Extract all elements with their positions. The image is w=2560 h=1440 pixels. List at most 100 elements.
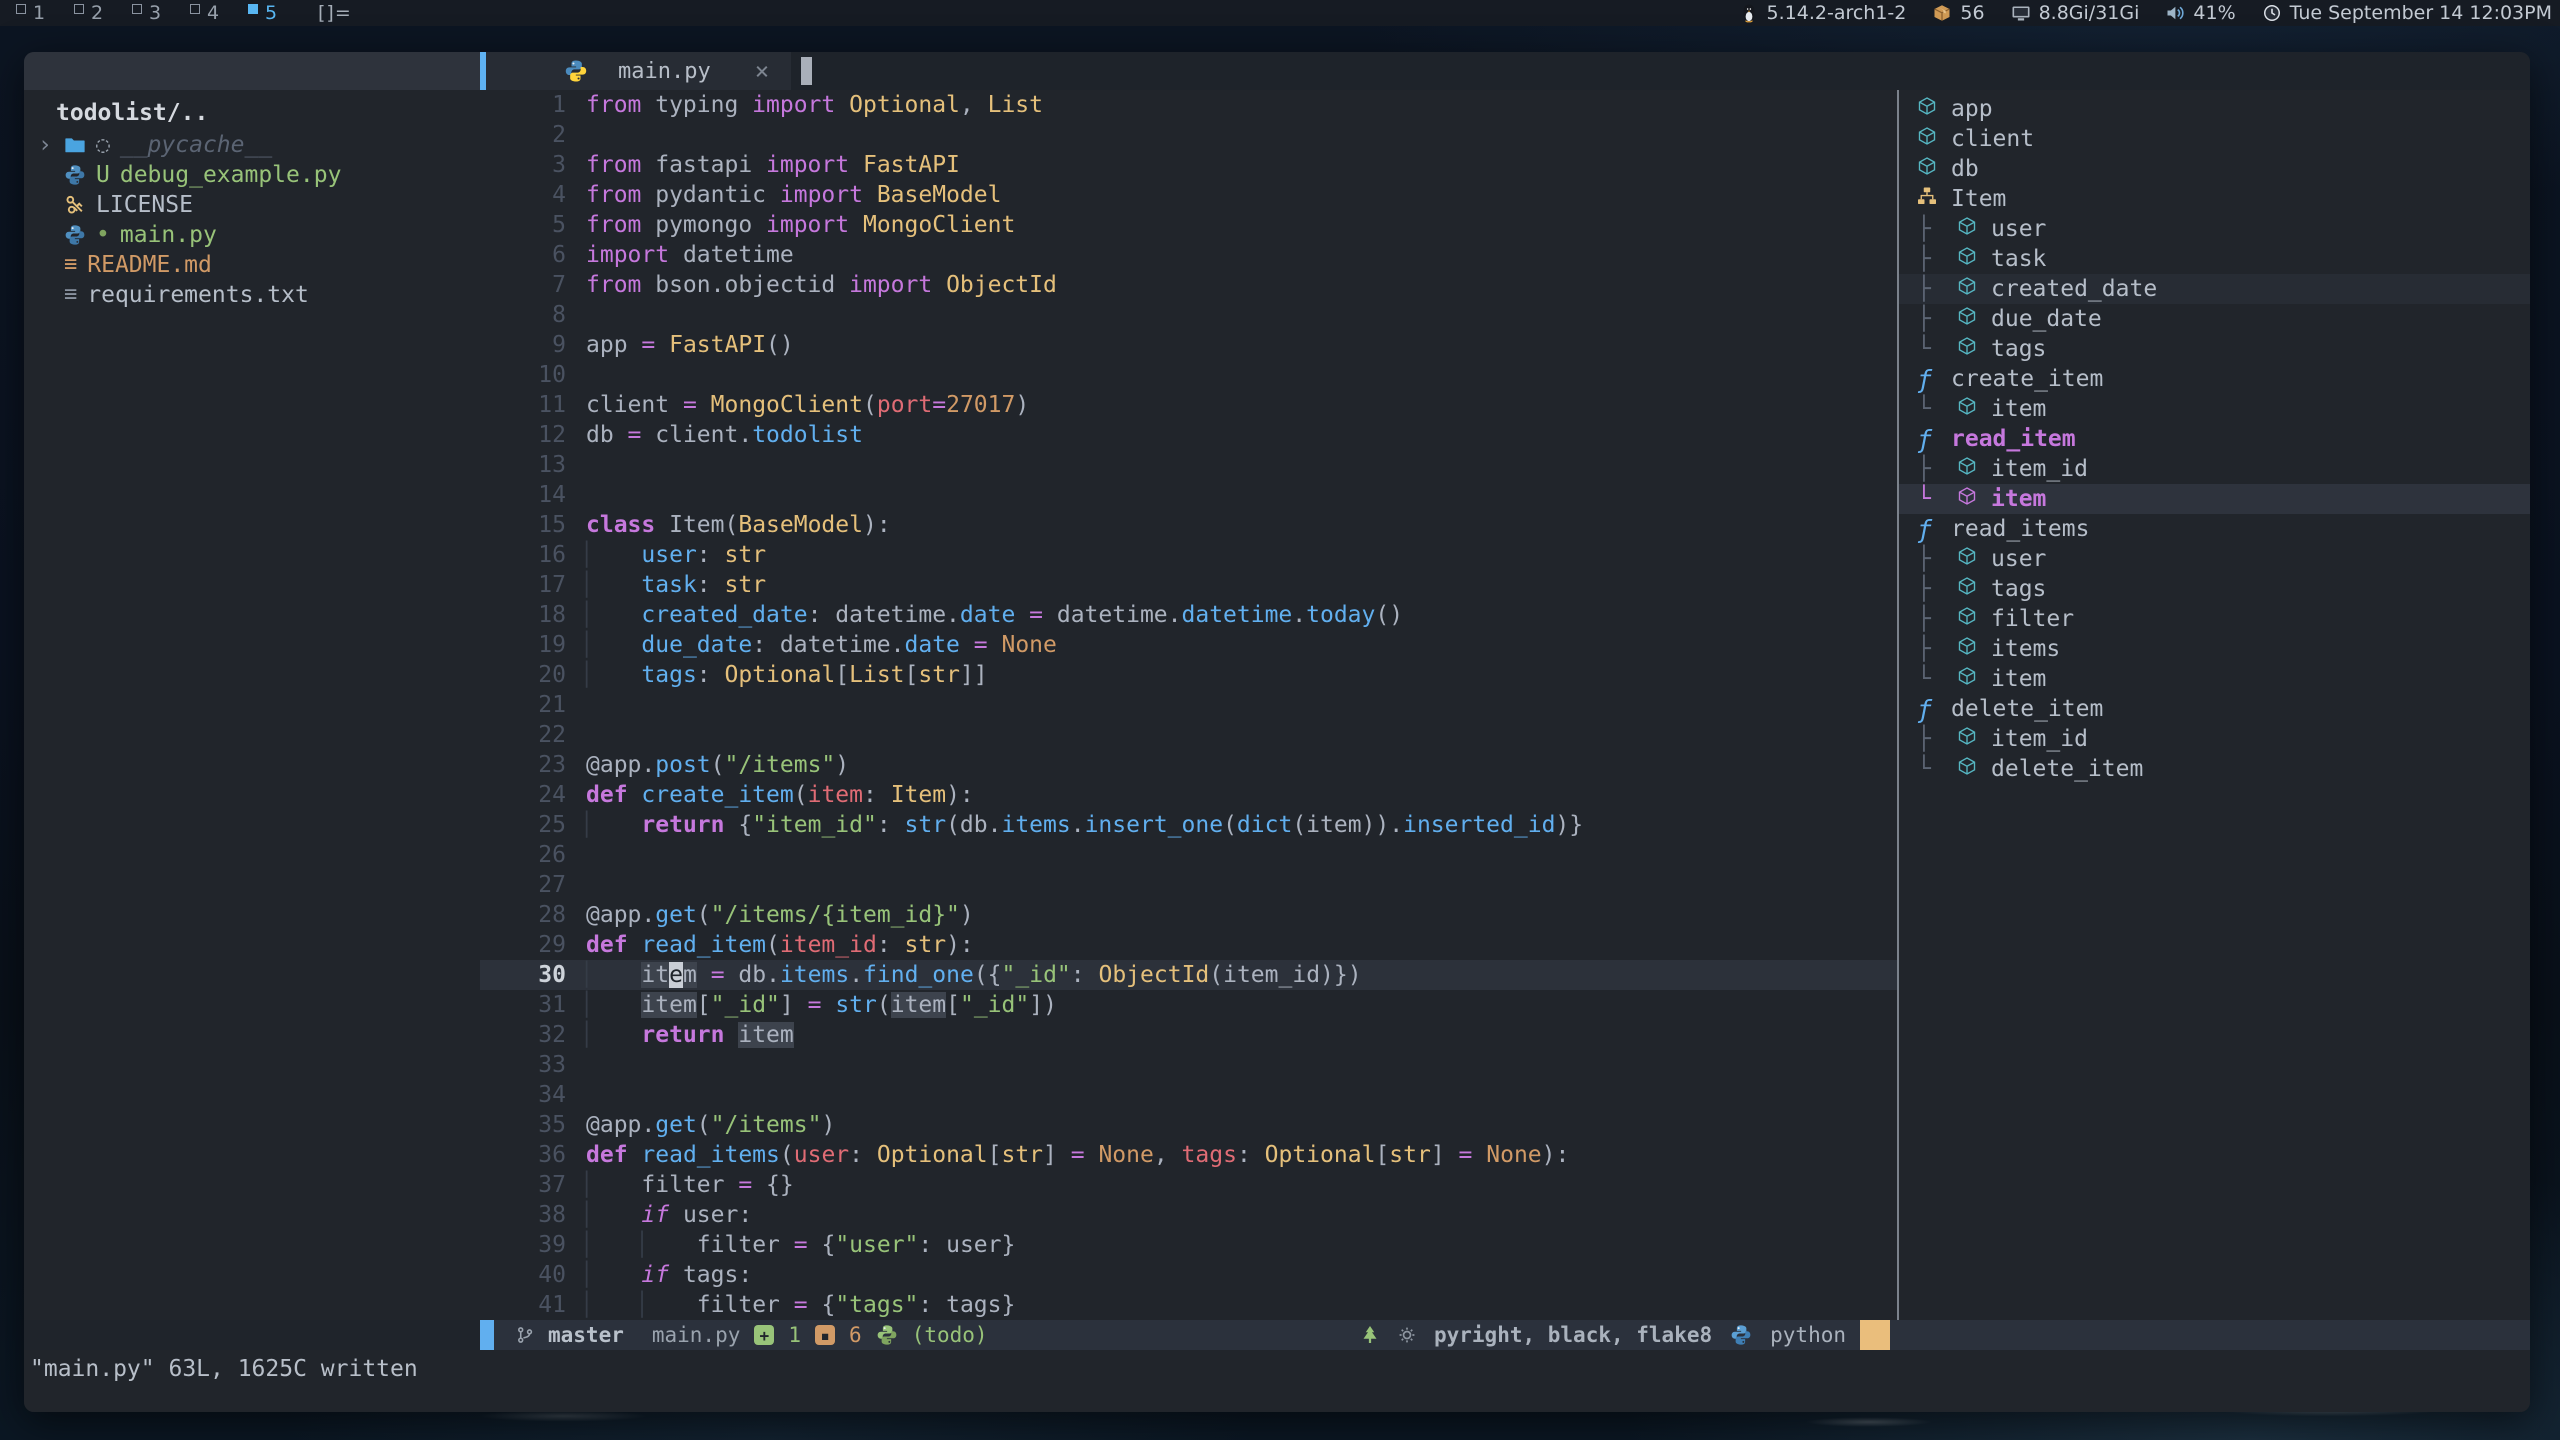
symbol-item-Item[interactable]: Item [1899, 184, 2530, 214]
code-line: 40▏ if tags: [480, 1260, 1897, 1290]
line-number: 17 [480, 570, 566, 600]
code-editor[interactable]: 1from typing import Optional, List 2 3fr… [480, 90, 1897, 1320]
git-added-icon: + [754, 1325, 774, 1345]
symbol-item-tags[interactable]: └ tags [1899, 334, 2530, 364]
tab-main-py[interactable]: main.py × [486, 52, 791, 90]
workspace-5[interactable]: 5 [242, 0, 300, 26]
code-line: 30▏ item = db.items.find_one({"_id": Obj… [480, 960, 1897, 990]
symbol-item-delete_item[interactable]: └ delete_item [1899, 754, 2530, 784]
workspace-square-icon [74, 4, 84, 14]
code-line: 10 [480, 360, 1897, 390]
vim-command-line[interactable]: "main.py" 63L, 1625C written [24, 1350, 2530, 1412]
symbol-item-due_date[interactable]: ├ due_date [1899, 304, 2530, 334]
git-status-badge: U [96, 162, 110, 188]
filetree-item-main-py[interactable]: • main.py [24, 220, 480, 250]
symbol-item-created_date[interactable]: ├ created_date [1899, 274, 2530, 304]
line-number: 11 [480, 390, 566, 420]
code-line: 26 [480, 840, 1897, 870]
symbol-item-item[interactable]: └ item [1899, 664, 2530, 694]
symbol-label: task [1991, 246, 2046, 272]
workspace-list: 1 2 3 4 5 [10, 0, 300, 26]
line-number: 21 [480, 690, 566, 720]
code-line: 22 [480, 720, 1897, 750]
symbol-label: item_id [1991, 456, 2088, 482]
line-number: 18 [480, 600, 566, 630]
filetree-root-header[interactable]: todolist/.. [24, 94, 480, 130]
symbol-item-user[interactable]: ├ user [1899, 544, 2530, 574]
python-icon [64, 224, 86, 246]
cube-icon [1957, 336, 1991, 362]
symbol-item-client[interactable]: client [1899, 124, 2530, 154]
code-line: 1from typing import Optional, List [480, 90, 1897, 120]
code-line: 17▏ task: str [480, 570, 1897, 600]
line-number: 12 [480, 420, 566, 450]
line-number: 16 [480, 540, 566, 570]
file-explorer-panel[interactable]: todolist/.. › ◌ __pycache__ U debug_exam… [24, 90, 480, 1320]
workspace-number: 2 [91, 2, 103, 24]
symbol-label: item [1991, 396, 2046, 422]
symbol-item-task[interactable]: ├ task [1899, 244, 2530, 274]
symbol-label: create_item [1951, 366, 2103, 392]
git-branch-label: master [548, 1323, 624, 1347]
symbol-item-item_id[interactable]: ├ item_id [1899, 724, 2530, 754]
filetree-item--pycache-[interactable]: › ◌ __pycache__ [24, 130, 480, 160]
code-line: 18▏ created_date: datetime.date = dateti… [480, 600, 1897, 630]
close-icon[interactable]: × [755, 57, 769, 85]
code-line: 15class Item(BaseModel): [480, 510, 1897, 540]
statusline-filename: main.py [652, 1323, 741, 1347]
symbol-item-db[interactable]: db [1899, 154, 2530, 184]
symbol-label: read_item [1951, 426, 2076, 452]
workspace-1[interactable]: 1 [10, 0, 68, 26]
layout-indicator: []= [318, 2, 352, 24]
symbol-item-item[interactable]: └ item [1899, 394, 2530, 424]
symbols-outline-panel[interactable]: app client db Item ├ user ├ task ├ creat… [1899, 90, 2530, 1320]
line-number: 32 [480, 1020, 566, 1050]
line-number: 23 [480, 750, 566, 780]
line-number: 41 [480, 1290, 566, 1320]
symbol-item-read_items[interactable]: ƒ read_items [1899, 514, 2530, 544]
filetree-item-readme-md[interactable]: ≡ README.md [24, 250, 480, 280]
symbol-item-create_item[interactable]: ƒ create_item [1899, 364, 2530, 394]
code-line: 23@app.post("/items") [480, 750, 1897, 780]
symbol-item-filter[interactable]: ├ filter [1899, 604, 2530, 634]
line-number: 30 [480, 960, 566, 990]
code-line: 33 [480, 1050, 1897, 1080]
symbol-item-item[interactable]: └ item [1899, 484, 2530, 514]
code-line: 39▏ ▏ filter = {"user": user} [480, 1230, 1897, 1260]
symbol-item-user[interactable]: ├ user [1899, 214, 2530, 244]
tree-connector: └ [1899, 756, 1957, 782]
workspace-number: 1 [33, 2, 45, 24]
cube-icon [1957, 396, 1991, 422]
window-main-split: todolist/.. › ◌ __pycache__ U debug_exam… [24, 90, 2530, 1320]
workspace-3[interactable]: 3 [126, 0, 184, 26]
symbol-item-app[interactable]: app [1899, 94, 2530, 124]
symbol-item-item_id[interactable]: ├ item_id [1899, 454, 2530, 484]
filetree-item-license[interactable]: LICENSE [24, 190, 480, 220]
chevron-right-icon: › [38, 132, 54, 158]
workspace-2[interactable]: 2 [68, 0, 126, 26]
list-icon: ≡ [64, 284, 77, 306]
filetree-item-debug-example-py[interactable]: U debug_example.py [24, 160, 480, 190]
workspace-number: 4 [207, 2, 219, 24]
tree-connector: ├ [1899, 636, 1957, 662]
python-icon [1730, 1324, 1752, 1346]
workspace-square-icon [16, 4, 26, 14]
clock-icon [2262, 3, 2282, 23]
symbol-item-tags[interactable]: ├ tags [1899, 574, 2530, 604]
symbol-item-items[interactable]: ├ items [1899, 634, 2530, 664]
code-line: 8 [480, 300, 1897, 330]
status-text: Tue September 14 12:03PM [2290, 2, 2552, 24]
line-number: 35 [480, 1110, 566, 1140]
workspace-4[interactable]: 4 [184, 0, 242, 26]
symbol-label: delete_item [1951, 696, 2103, 722]
git-branch-icon [516, 1326, 534, 1344]
line-number: 2 [480, 120, 566, 150]
symbol-item-read_item[interactable]: ƒ read_item [1899, 424, 2530, 454]
line-number: 4 [480, 180, 566, 210]
workspace-number: 5 [265, 2, 277, 24]
symbol-label: created_date [1991, 276, 2157, 302]
code-line: 37▏ filter = {} [480, 1170, 1897, 1200]
python-icon [564, 59, 588, 83]
filetree-item-requirements-txt[interactable]: ≡ requirements.txt [24, 280, 480, 310]
symbol-item-delete_item[interactable]: ƒ delete_item [1899, 694, 2530, 724]
